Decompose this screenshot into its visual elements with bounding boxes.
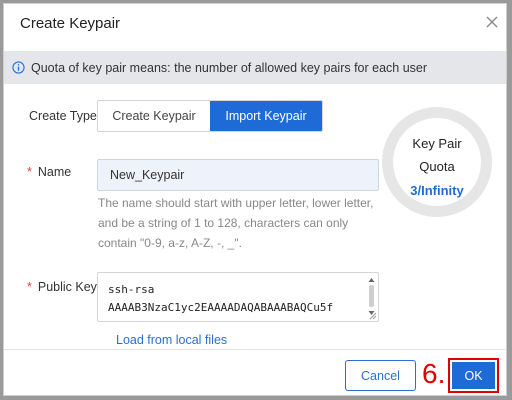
create-type-selector: Create Keypair Import Keypair: [97, 100, 323, 132]
name-hint: The name should start with upper letter,…: [98, 196, 374, 250]
quota-subtitle: Quota: [419, 159, 455, 174]
name-label: Name: [37, 165, 72, 179]
step-marker: 6.: [422, 358, 446, 389]
cancel-button[interactable]: Cancel: [345, 360, 416, 391]
create-keypair-option[interactable]: Create Keypair: [98, 101, 210, 131]
ok-button-highlight: OK: [448, 358, 499, 393]
dialog-title: Create Keypair: [20, 15, 121, 32]
name-label-row: * Name: [27, 165, 71, 179]
required-mark: *: [27, 165, 32, 179]
load-from-local-files-link[interactable]: Load from local files: [116, 333, 227, 347]
resize-handle-icon[interactable]: [369, 312, 377, 320]
public-key-textarea[interactable]: ssh-rsa AAAAB3NzaC1yc2EAAAADAQABAAABAQCu…: [97, 272, 379, 322]
name-input-value: New_Keypair: [110, 168, 185, 182]
public-key-label-row: * Public Key: [27, 280, 97, 294]
quota-title: Key Pair: [412, 136, 462, 151]
footer-divider: [4, 349, 506, 350]
create-keypair-dialog: Create Keypair Quota of key pair means: …: [3, 3, 507, 396]
quota-notice: Quota of key pair means: the number of a…: [4, 51, 506, 84]
quota-value: 3/Infinity: [410, 183, 464, 198]
ok-button[interactable]: OK: [452, 362, 495, 389]
info-icon: [12, 61, 25, 74]
close-icon[interactable]: [484, 14, 500, 30]
required-mark: *: [27, 280, 32, 294]
import-keypair-option[interactable]: Import Keypair: [210, 101, 322, 131]
dialog-header: Create Keypair: [4, 4, 506, 44]
public-key-line: AAAAB3NzaC1yc2EAAAADAQABAAABAQCu5f: [108, 301, 334, 314]
keypair-quota-ring: Key Pair Quota 3/Infinity: [382, 107, 492, 217]
notice-text: Quota of key pair means: the number of a…: [31, 60, 428, 75]
public-key-label: Public Key: [37, 280, 97, 294]
name-input[interactable]: New_Keypair: [97, 159, 379, 191]
create-type-label: Create Type: [29, 109, 97, 123]
public-key-line: ssh-rsa: [108, 283, 155, 296]
